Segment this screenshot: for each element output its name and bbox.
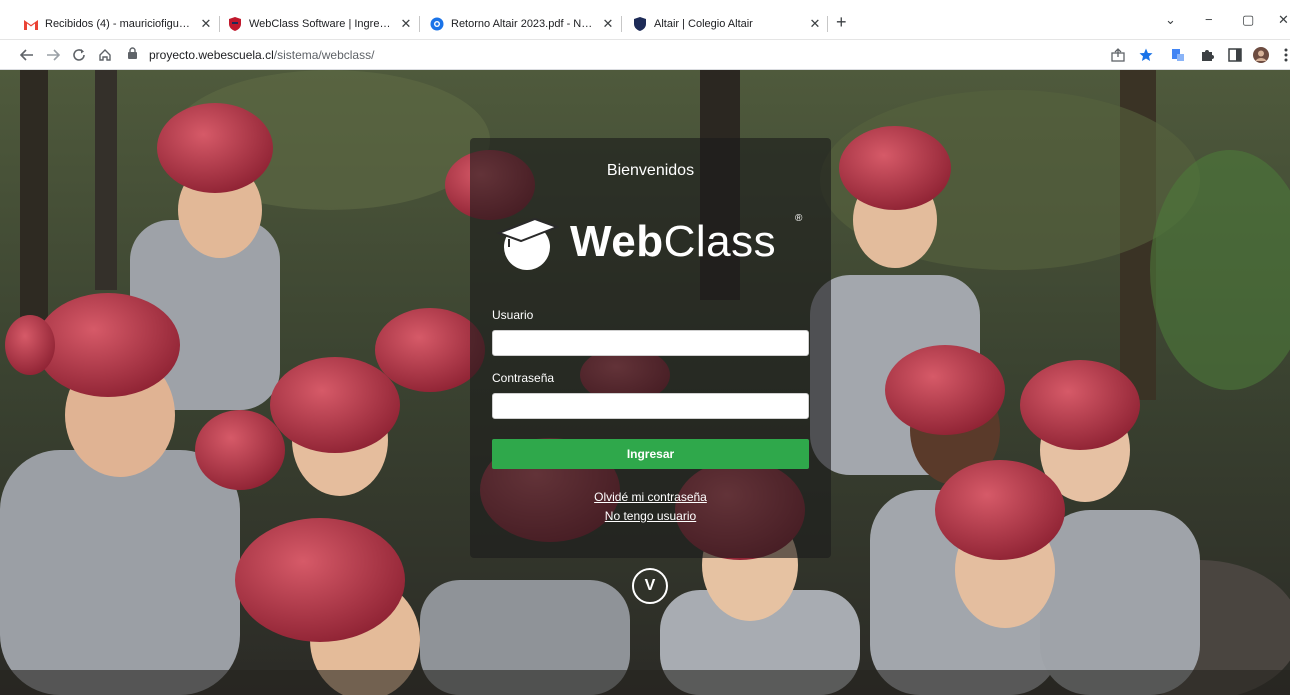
close-icon[interactable]: ✕ <box>600 16 616 32</box>
menu-kebab-icon[interactable] <box>1278 47 1290 63</box>
restore-button[interactable]: ▢ <box>1242 12 1254 28</box>
reload-icon[interactable] <box>70 46 88 64</box>
tab-divider <box>621 16 622 32</box>
close-window-button[interactable]: ✕ <box>1278 12 1289 28</box>
username-input[interactable] <box>492 330 809 356</box>
forgot-password-link[interactable]: Olvidé mi contraseña <box>470 490 831 504</box>
chevron-down-icon: V <box>644 577 656 594</box>
username-label: Usuario <box>492 308 534 322</box>
webclass-logo: WebClass ® <box>495 213 815 275</box>
tab-label: Recibidos (4) - mauriciofigueroa@ <box>45 18 194 30</box>
tab-label: WebClass Software | Ingreso Plat <box>249 18 394 30</box>
login-page: Bienvenidos WebClass ® Usuario Contraseñ… <box>0 70 1290 695</box>
close-icon[interactable]: ✕ <box>398 16 414 32</box>
graduation-cap-icon <box>496 217 559 270</box>
tab-search-dropdown-icon[interactable]: ⌄ <box>1165 12 1176 28</box>
lock-icon <box>128 47 137 62</box>
tab-divider <box>419 16 420 32</box>
new-tab-button[interactable]: + <box>836 12 847 33</box>
url-path: /sistema/webclass/ <box>273 47 375 62</box>
login-card: Bienvenidos WebClass ® Usuario Contraseñ… <box>470 138 831 558</box>
profile-avatar[interactable] <box>1253 47 1269 63</box>
notepad-globe-icon <box>430 17 444 31</box>
altair-shield-icon <box>633 17 647 31</box>
close-icon[interactable]: ✕ <box>807 16 823 32</box>
tab-notepad[interactable]: Retorno Altair 2023.pdf - Notepad ✕ <box>430 10 616 38</box>
extension-icon[interactable] <box>1170 47 1186 63</box>
back-icon[interactable] <box>18 46 36 64</box>
tab-gmail[interactable]: Recibidos (4) - mauriciofigueroa@ ✕ <box>24 10 214 38</box>
scroll-down-button[interactable]: V <box>632 568 668 604</box>
address-toolbar: proyecto.webescuela.cl /sistema/webclass… <box>0 40 1290 70</box>
brand-regular: Class <box>663 217 777 266</box>
password-input[interactable] <box>492 393 809 419</box>
tab-label: Retorno Altair 2023.pdf - Notepad <box>451 18 596 30</box>
browser-tab-strip: Recibidos (4) - mauriciofigueroa@ ✕ WebC… <box>0 0 1290 40</box>
password-label: Contraseña <box>492 371 555 385</box>
tab-divider <box>827 16 828 32</box>
tab-altair[interactable]: Altair | Colegio Altair ✕ <box>633 10 823 38</box>
registered-mark: ® <box>795 213 803 224</box>
url-bar[interactable]: proyecto.webescuela.cl /sistema/webclass… <box>128 47 374 62</box>
tab-label: Altair | Colegio Altair <box>654 18 753 30</box>
webclass-shield-icon <box>228 17 242 31</box>
share-icon[interactable] <box>1110 47 1126 63</box>
gmail-icon <box>24 17 38 31</box>
tab-divider <box>219 16 220 32</box>
tab-webclass[interactable]: WebClass Software | Ingreso Plat ✕ <box>228 10 414 38</box>
submit-button[interactable]: Ingresar <box>492 439 809 469</box>
side-panel-icon[interactable] <box>1227 47 1243 63</box>
brand-wordmark: WebClass <box>570 217 776 267</box>
bookmark-star-icon[interactable] <box>1138 47 1154 63</box>
close-icon[interactable]: ✕ <box>198 16 214 32</box>
minimize-button[interactable]: − <box>1205 12 1213 27</box>
brand-bold: Web <box>570 217 664 266</box>
url-host: proyecto.webescuela.cl <box>149 47 274 62</box>
home-icon[interactable] <box>96 46 114 64</box>
extensions-puzzle-icon[interactable] <box>1199 47 1215 63</box>
no-account-link[interactable]: No tengo usuario <box>470 509 831 523</box>
welcome-heading: Bienvenidos <box>606 162 695 179</box>
forward-icon[interactable] <box>44 46 62 64</box>
